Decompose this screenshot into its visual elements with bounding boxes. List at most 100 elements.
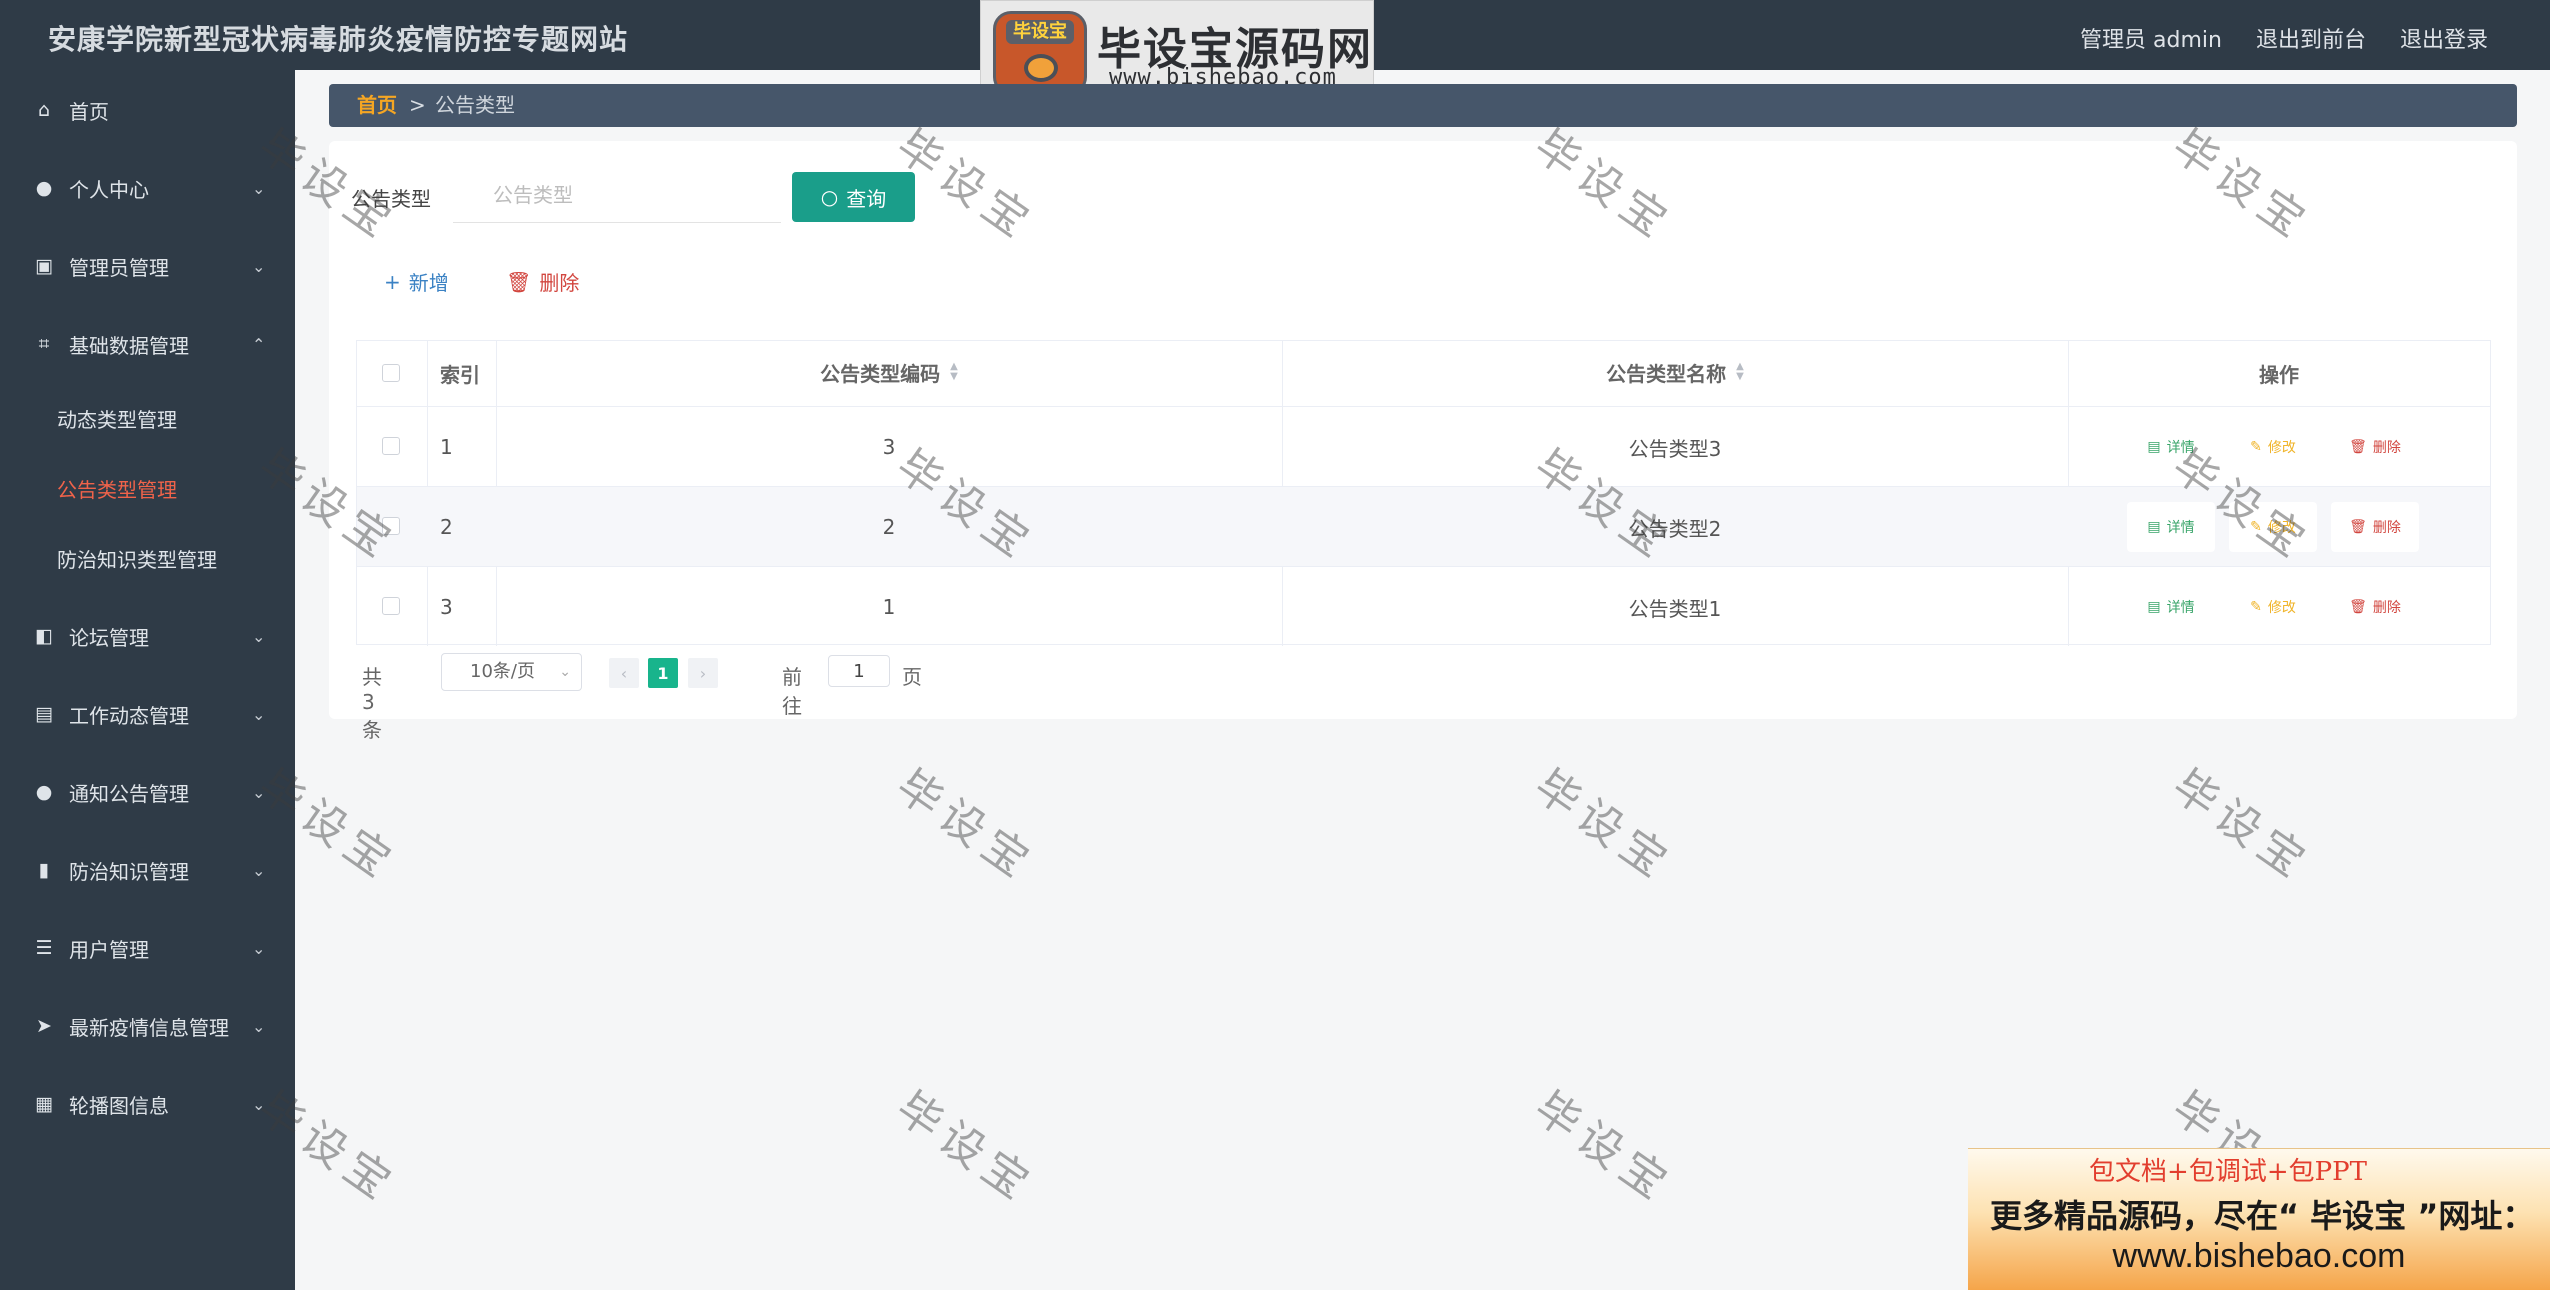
trash-icon: 🗑 — [2349, 599, 2367, 615]
search-icon: ○ — [820, 185, 839, 209]
chevron-right-icon: › — [699, 663, 707, 683]
sidebar-item-base-data[interactable]: ⌗ 基础数据管理 ⌃ — [0, 316, 295, 372]
submenu-item-notice-type[interactable]: 公告类型管理 — [0, 460, 295, 516]
add-button[interactable]: + 新增 — [384, 267, 449, 296]
row-checkbox[interactable] — [382, 597, 400, 615]
select-all-checkbox[interactable] — [382, 364, 400, 382]
header-code-label: 公告类型编码 — [820, 361, 941, 386]
add-button-label: 新增 — [408, 271, 449, 295]
edit-button[interactable]: ✎ 修改 — [2229, 582, 2317, 632]
send-icon: ➤ — [36, 1015, 52, 1037]
grid-icon: ▦ — [35, 1093, 53, 1115]
list-icon: ☰ — [35, 937, 53, 959]
sort-icon[interactable]: ▲ ▼ — [1736, 362, 1744, 382]
search-label: 公告类型 — [351, 187, 431, 211]
total-count: 共 3 条 — [362, 665, 382, 742]
cell-index: 2 — [440, 515, 453, 539]
sidebar-item-profile[interactable]: ● 个人中心 ⌄ — [0, 160, 295, 216]
next-page-button[interactable]: › — [688, 658, 718, 688]
breadcrumb-home-link[interactable]: 首页 — [357, 84, 397, 127]
header-name-label: 公告类型名称 — [1606, 361, 1727, 386]
sidebar-item-knowledge[interactable]: ▮ 防治知识管理 ⌄ — [0, 842, 295, 898]
sidebar-item-label: 轮播图信息 — [69, 1093, 169, 1118]
watermark-text: 毕设宝 — [1524, 1082, 1682, 1214]
detail-button[interactable]: ▤ 详情 — [2127, 582, 2215, 632]
sidebar-item-admin[interactable]: ▣ 管理员管理 ⌄ — [0, 238, 295, 294]
pencil-icon: ✎ — [2250, 519, 2262, 535]
notice-type-search-input[interactable] — [453, 167, 781, 223]
row-checkbox[interactable] — [382, 437, 400, 455]
logout-link[interactable]: 退出登录 — [2400, 22, 2488, 54]
edit-button[interactable]: ✎ 修改 — [2229, 422, 2317, 472]
page-number-current[interactable]: 1 — [648, 658, 678, 688]
sidebar-item-epidemic[interactable]: ➤ 最新疫情信息管理 ⌄ — [0, 998, 295, 1054]
cell-code: 2 — [882, 515, 896, 539]
detail-label: 详情 — [2166, 440, 2195, 456]
delete-button[interactable]: 🗑 删除 — [2331, 582, 2419, 632]
brand-badge-text: 毕设宝 — [1006, 20, 1074, 44]
delete-button[interactable]: 🗑 删除 — [2331, 502, 2419, 552]
prev-page-button[interactable]: ‹ — [609, 658, 639, 688]
watermark-text: 毕设宝 — [2162, 760, 2320, 892]
goto-suffix: 页 — [902, 665, 922, 689]
sidebar-item-label: 工作动态管理 — [69, 703, 189, 728]
submenu-item-label: 防治知识类型管理 — [57, 547, 217, 572]
sidebar-item-carousel[interactable]: ▦ 轮播图信息 ⌄ — [0, 1076, 295, 1132]
table-row: 2 2 公告类型2 ▤ 详情 ✎ 修改 🗑 删除 — [357, 486, 2490, 566]
sidebar-item-work-news[interactable]: ▤ 工作动态管理 ⌄ — [0, 686, 295, 742]
promo-line-2: 更多精品源码，尽在“ 毕设宝 ”网址： — [1990, 1197, 2535, 1235]
sidebar: ⌂ 首页 ● 个人中心 ⌄ ▣ 管理员管理 ⌄ ⌗ 基础数据管理 ⌃ 动态类型管… — [0, 70, 295, 1290]
goto-label: 前往 — [782, 665, 802, 718]
breadcrumb: 首页 > 公告类型 — [329, 84, 2517, 127]
back-to-front-link[interactable]: 退出到前台 — [2256, 22, 2366, 54]
watermark-text: 毕设宝 — [886, 760, 1044, 892]
document-icon: ▤ — [2147, 439, 2161, 455]
header-ops-label: 操作 — [2259, 363, 2299, 387]
header-index: 索引 — [440, 341, 480, 406]
submenu-item-dynamic-type[interactable]: 动态类型管理 — [0, 390, 295, 446]
crop-icon: ⌗ — [38, 333, 50, 355]
watermark-text: 毕设宝 — [1524, 760, 1682, 892]
sidebar-item-notice[interactable]: ● 通知公告管理 ⌄ — [0, 764, 295, 820]
promo-line-1: 包文档+包调试+包PPT — [2089, 1157, 2367, 1187]
brand-badge-eye — [1024, 54, 1058, 82]
forum-icon: ◧ — [35, 625, 53, 647]
sidebar-item-forum[interactable]: ◧ 论坛管理 ⌄ — [0, 608, 295, 664]
delete-button-label: 删除 — [539, 271, 580, 295]
submenu-item-label: 公告类型管理 — [57, 477, 177, 502]
detail-button[interactable]: ▤ 详情 — [2127, 422, 2215, 472]
header-code[interactable]: 公告类型编码 ▲ ▼ — [496, 341, 1282, 403]
sidebar-item-home[interactable]: ⌂ 首页 — [0, 82, 295, 138]
top-user-menu: 管理员 admin 退出到前台 退出登录 — [2080, 22, 2488, 54]
document-icon: ▤ — [2147, 519, 2161, 535]
goto-page-input[interactable] — [828, 655, 890, 687]
header-name[interactable]: 公告类型名称 ▲ ▼ — [1282, 341, 2068, 403]
cell-name: 公告类型2 — [1628, 516, 1722, 541]
page-size-select[interactable]: 10条/页 ⌄ — [441, 653, 582, 691]
cell-code: 3 — [882, 435, 896, 459]
detail-button[interactable]: ▤ 详情 — [2127, 502, 2215, 552]
sidebar-item-label: 首页 — [69, 99, 109, 124]
cell-code: 1 — [882, 595, 896, 619]
sidebar-item-users[interactable]: ☰ 用户管理 ⌄ — [0, 920, 295, 976]
plus-icon: + — [384, 269, 401, 294]
submenu-item-knowledge-type[interactable]: 防治知识类型管理 — [0, 530, 295, 586]
delete-label: 删除 — [2372, 520, 2401, 536]
delete-button[interactable]: 🗑 删除 — [2331, 422, 2419, 472]
sidebar-item-label: 基础数据管理 — [69, 333, 189, 358]
pencil-icon: ✎ — [2250, 439, 2262, 455]
row-checkbox[interactable] — [382, 517, 400, 535]
cell-name: 公告类型3 — [1628, 436, 1722, 461]
sidebar-item-label: 最新疫情信息管理 — [69, 1015, 229, 1040]
query-button[interactable]: ○ 查询 — [792, 172, 915, 222]
edit-label: 修改 — [2267, 520, 2296, 536]
chevron-down-icon: ⌄ — [252, 860, 266, 880]
promo-banner[interactable]: 包文档+包调试+包PPT 更多精品源码，尽在“ 毕设宝 ”网址： www.bis… — [1968, 1148, 2550, 1290]
content-panel: 公告类型 ○ 查询 + 新增 🗑 删除 索引 公告类型编码 ▲▼ 公告类型名称 … — [329, 141, 2517, 742]
batch-delete-button[interactable]: 🗑 删除 — [506, 267, 579, 296]
edit-button[interactable]: ✎ 修改 — [2229, 502, 2317, 552]
sort-icon[interactable]: ▲ ▼ — [950, 362, 958, 382]
briefcase-icon: ▤ — [35, 703, 53, 725]
watermark-text: 毕设宝 — [886, 1082, 1044, 1214]
submenu-item-label: 动态类型管理 — [57, 407, 177, 432]
